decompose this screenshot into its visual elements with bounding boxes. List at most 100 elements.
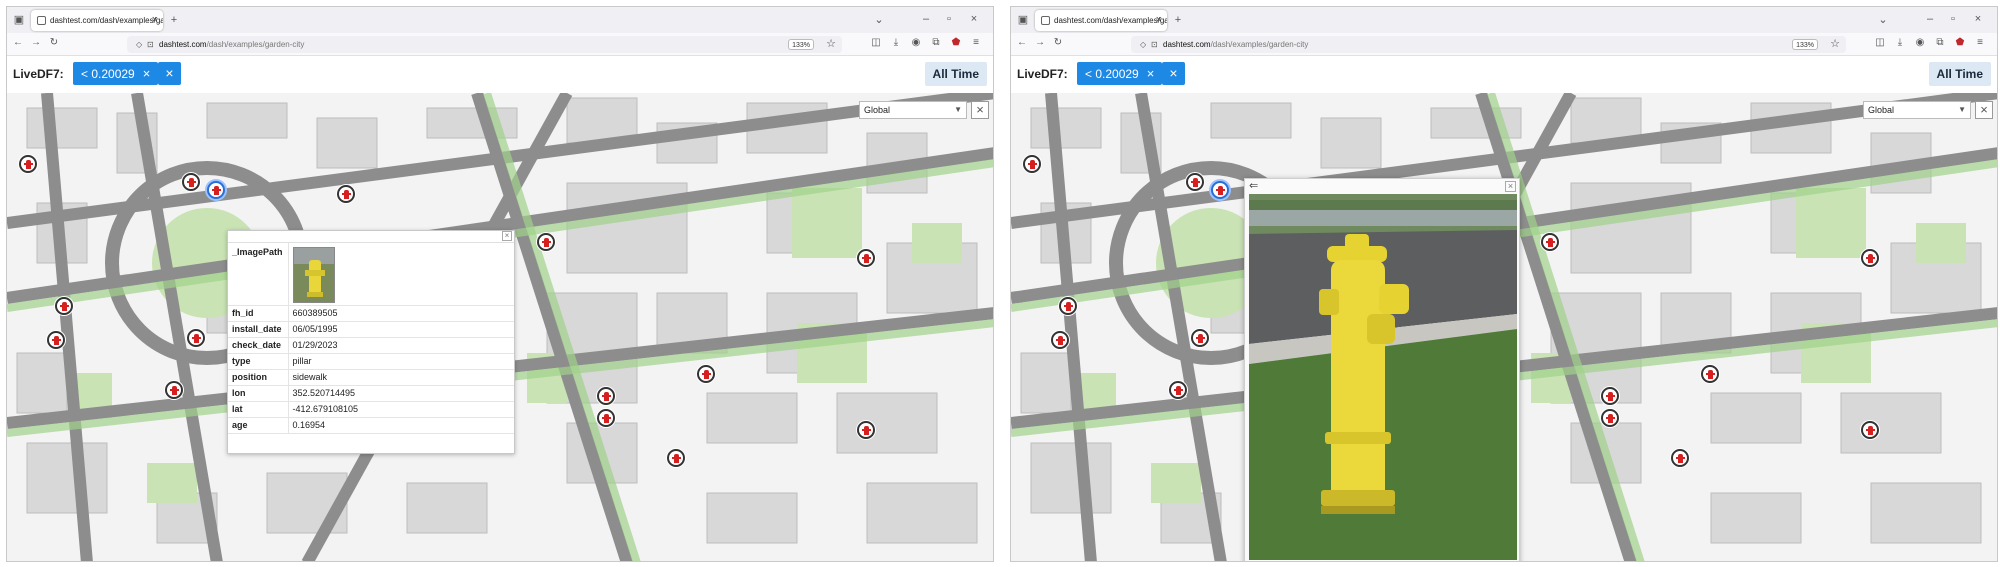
back-icon[interactable]: ← [1015,37,1029,48]
clear-filters-button[interactable]: × [1162,62,1185,85]
app-toolbar: LiveDF7: < 0.20029 × × All Time [7,56,993,93]
back-icon[interactable]: ← [11,37,25,48]
forward-icon[interactable]: → [29,37,43,48]
url-bar[interactable]: ◇ ⊡ dashtest.com/dash/examples/garden-ci… [1131,36,1846,53]
hydrant-marker-icon[interactable] [697,365,715,383]
tab-bar: ▣ dashtest.com/dash/examples/ga × + ⌄ – … [7,7,993,33]
zoom-level[interactable]: 133% [1792,39,1818,50]
hydrant-marker-icon[interactable] [1211,181,1229,199]
hydrant-marker-icon[interactable] [1186,173,1204,191]
hydrant-marker-icon[interactable] [1191,329,1209,347]
feature-popup: × _ImagePath fh_id 660389505 install_dat… [227,230,515,454]
download-icon[interactable]: ⤓ [1893,37,1907,48]
remove-filter-icon[interactable]: × [1147,66,1155,81]
scope-select[interactable]: Global ▼ [859,101,967,119]
hydrant-marker-icon[interactable] [55,297,73,315]
browser-tab[interactable]: dashtest.com/dash/examples/ga × [1035,10,1167,31]
clear-filters-button[interactable]: × [158,62,181,85]
account-icon[interactable]: ◉ [1913,37,1927,48]
url-host: dashtest.com [159,40,207,49]
extensions-icon[interactable]: ⧉ [1933,37,1947,48]
browser-tab[interactable]: dashtest.com/dash/examples/ga × [31,10,163,31]
close-window-icon[interactable]: × [1971,12,1985,26]
attr-key: check_date [228,337,289,354]
hydrant-marker-icon[interactable] [1541,233,1559,251]
time-range-button[interactable]: All Time [924,62,987,86]
scope-select-value: Global [864,105,891,115]
close-window-icon[interactable]: × [967,12,981,26]
scope-select-value: Global [1868,105,1895,115]
bookmark-star-icon[interactable]: ☆ [826,36,836,53]
hydrant-marker-icon[interactable] [1601,409,1619,427]
hydrant-marker-icon[interactable] [1861,421,1879,439]
hydrant-marker-icon[interactable] [165,381,183,399]
hydrant-marker-icon[interactable] [1169,381,1187,399]
map-close-button[interactable]: × [971,101,989,119]
reload-icon[interactable]: ↻ [1051,37,1065,48]
url-bar[interactable]: ◇ ⊡ dashtest.com/dash/examples/garden-ci… [127,36,842,53]
minimize-icon[interactable]: – [1923,12,1937,26]
account-icon[interactable]: ◉ [909,37,923,48]
hydrant-thumbnail[interactable] [292,247,335,303]
restore-icon[interactable]: ▫ [942,12,956,26]
menu-icon[interactable]: ≡ [1973,37,1987,48]
hydrant-marker-icon[interactable] [1671,449,1689,467]
hydrant-marker-icon[interactable] [597,387,615,405]
filter-chip[interactable]: < 0.20029 × [73,62,159,85]
hydrant-marker-icon[interactable] [1051,331,1069,349]
shield-icon: ◇ [136,40,143,49]
extensions-icon[interactable]: ⧉ [929,37,943,48]
scope-select[interactable]: Global ▼ [1863,101,1971,119]
close-tab-icon[interactable]: × [1156,10,1162,31]
hydrant-marker-icon[interactable] [857,421,875,439]
hydrant-marker-icon[interactable] [597,409,615,427]
tab-list-icon[interactable]: ▣ [1016,13,1030,27]
popup-close-icon[interactable]: × [502,231,512,241]
time-range-button[interactable]: All Time [1928,62,1991,86]
forward-icon[interactable]: → [1033,37,1047,48]
menu-icon[interactable]: ≡ [969,37,983,48]
tab-list-icon[interactable]: ▣ [12,13,26,27]
new-tab-icon[interactable]: + [1171,13,1185,27]
tab-overflow-icon[interactable]: ⌄ [872,13,886,27]
back-arrow-icon[interactable]: ⇐ [1249,179,1258,192]
map-view[interactable]: Global ▼ × ⇐ × [1011,93,1997,561]
hydrant-marker-icon[interactable] [857,249,875,267]
hydrant-marker-icon[interactable] [187,329,205,347]
minimize-icon[interactable]: – [919,12,933,26]
hydrant-marker-icon[interactable] [47,331,65,349]
pocket-icon[interactable]: ◫ [1873,37,1887,48]
attr-value: sidewalk [288,369,514,386]
viewer-close-icon[interactable]: × [1505,181,1516,192]
hydrant-marker-icon[interactable] [667,449,685,467]
hydrant-marker-icon[interactable] [207,181,225,199]
map-view[interactable]: Global ▼ × × _ImagePath fh_id 660389505 … [7,93,993,561]
hydrant-marker-icon[interactable] [1023,155,1041,173]
ublock-icon[interactable]: ⬟ [1953,37,1967,48]
reload-icon[interactable]: ↻ [47,37,61,48]
restore-icon[interactable]: ▫ [1946,12,1960,26]
attr-value: 0.16954 [288,417,514,434]
nav-bar: ← → ↻ ◇ ⊡ dashtest.com/dash/examples/gar… [7,33,993,56]
hydrant-marker-icon[interactable] [1601,387,1619,405]
hydrant-marker-icon[interactable] [1701,365,1719,383]
hydrant-marker-icon[interactable] [1059,297,1077,315]
zoom-level[interactable]: 133% [788,39,814,50]
bookmark-star-icon[interactable]: ☆ [1830,36,1840,53]
new-tab-icon[interactable]: + [167,13,181,27]
ublock-icon[interactable]: ⬟ [949,37,963,48]
hydrant-marker-icon[interactable] [1861,249,1879,267]
download-icon[interactable]: ⤓ [889,37,903,48]
filter-chip[interactable]: < 0.20029 × [1077,62,1163,85]
close-tab-icon[interactable]: × [152,10,158,31]
tab-overflow-icon[interactable]: ⌄ [1876,13,1890,27]
remove-filter-icon[interactable]: × [143,66,151,81]
map-close-button[interactable]: × [1975,101,1993,119]
hydrant-marker-icon[interactable] [182,173,200,191]
hydrant-marker-icon[interactable] [337,185,355,203]
tab-title: dashtest.com/dash/examples/ga [1054,16,1167,25]
hydrant-marker-icon[interactable] [19,155,37,173]
pocket-icon[interactable]: ◫ [869,37,883,48]
url-path: /dash/examples/garden-city [206,40,305,49]
hydrant-marker-icon[interactable] [537,233,555,251]
